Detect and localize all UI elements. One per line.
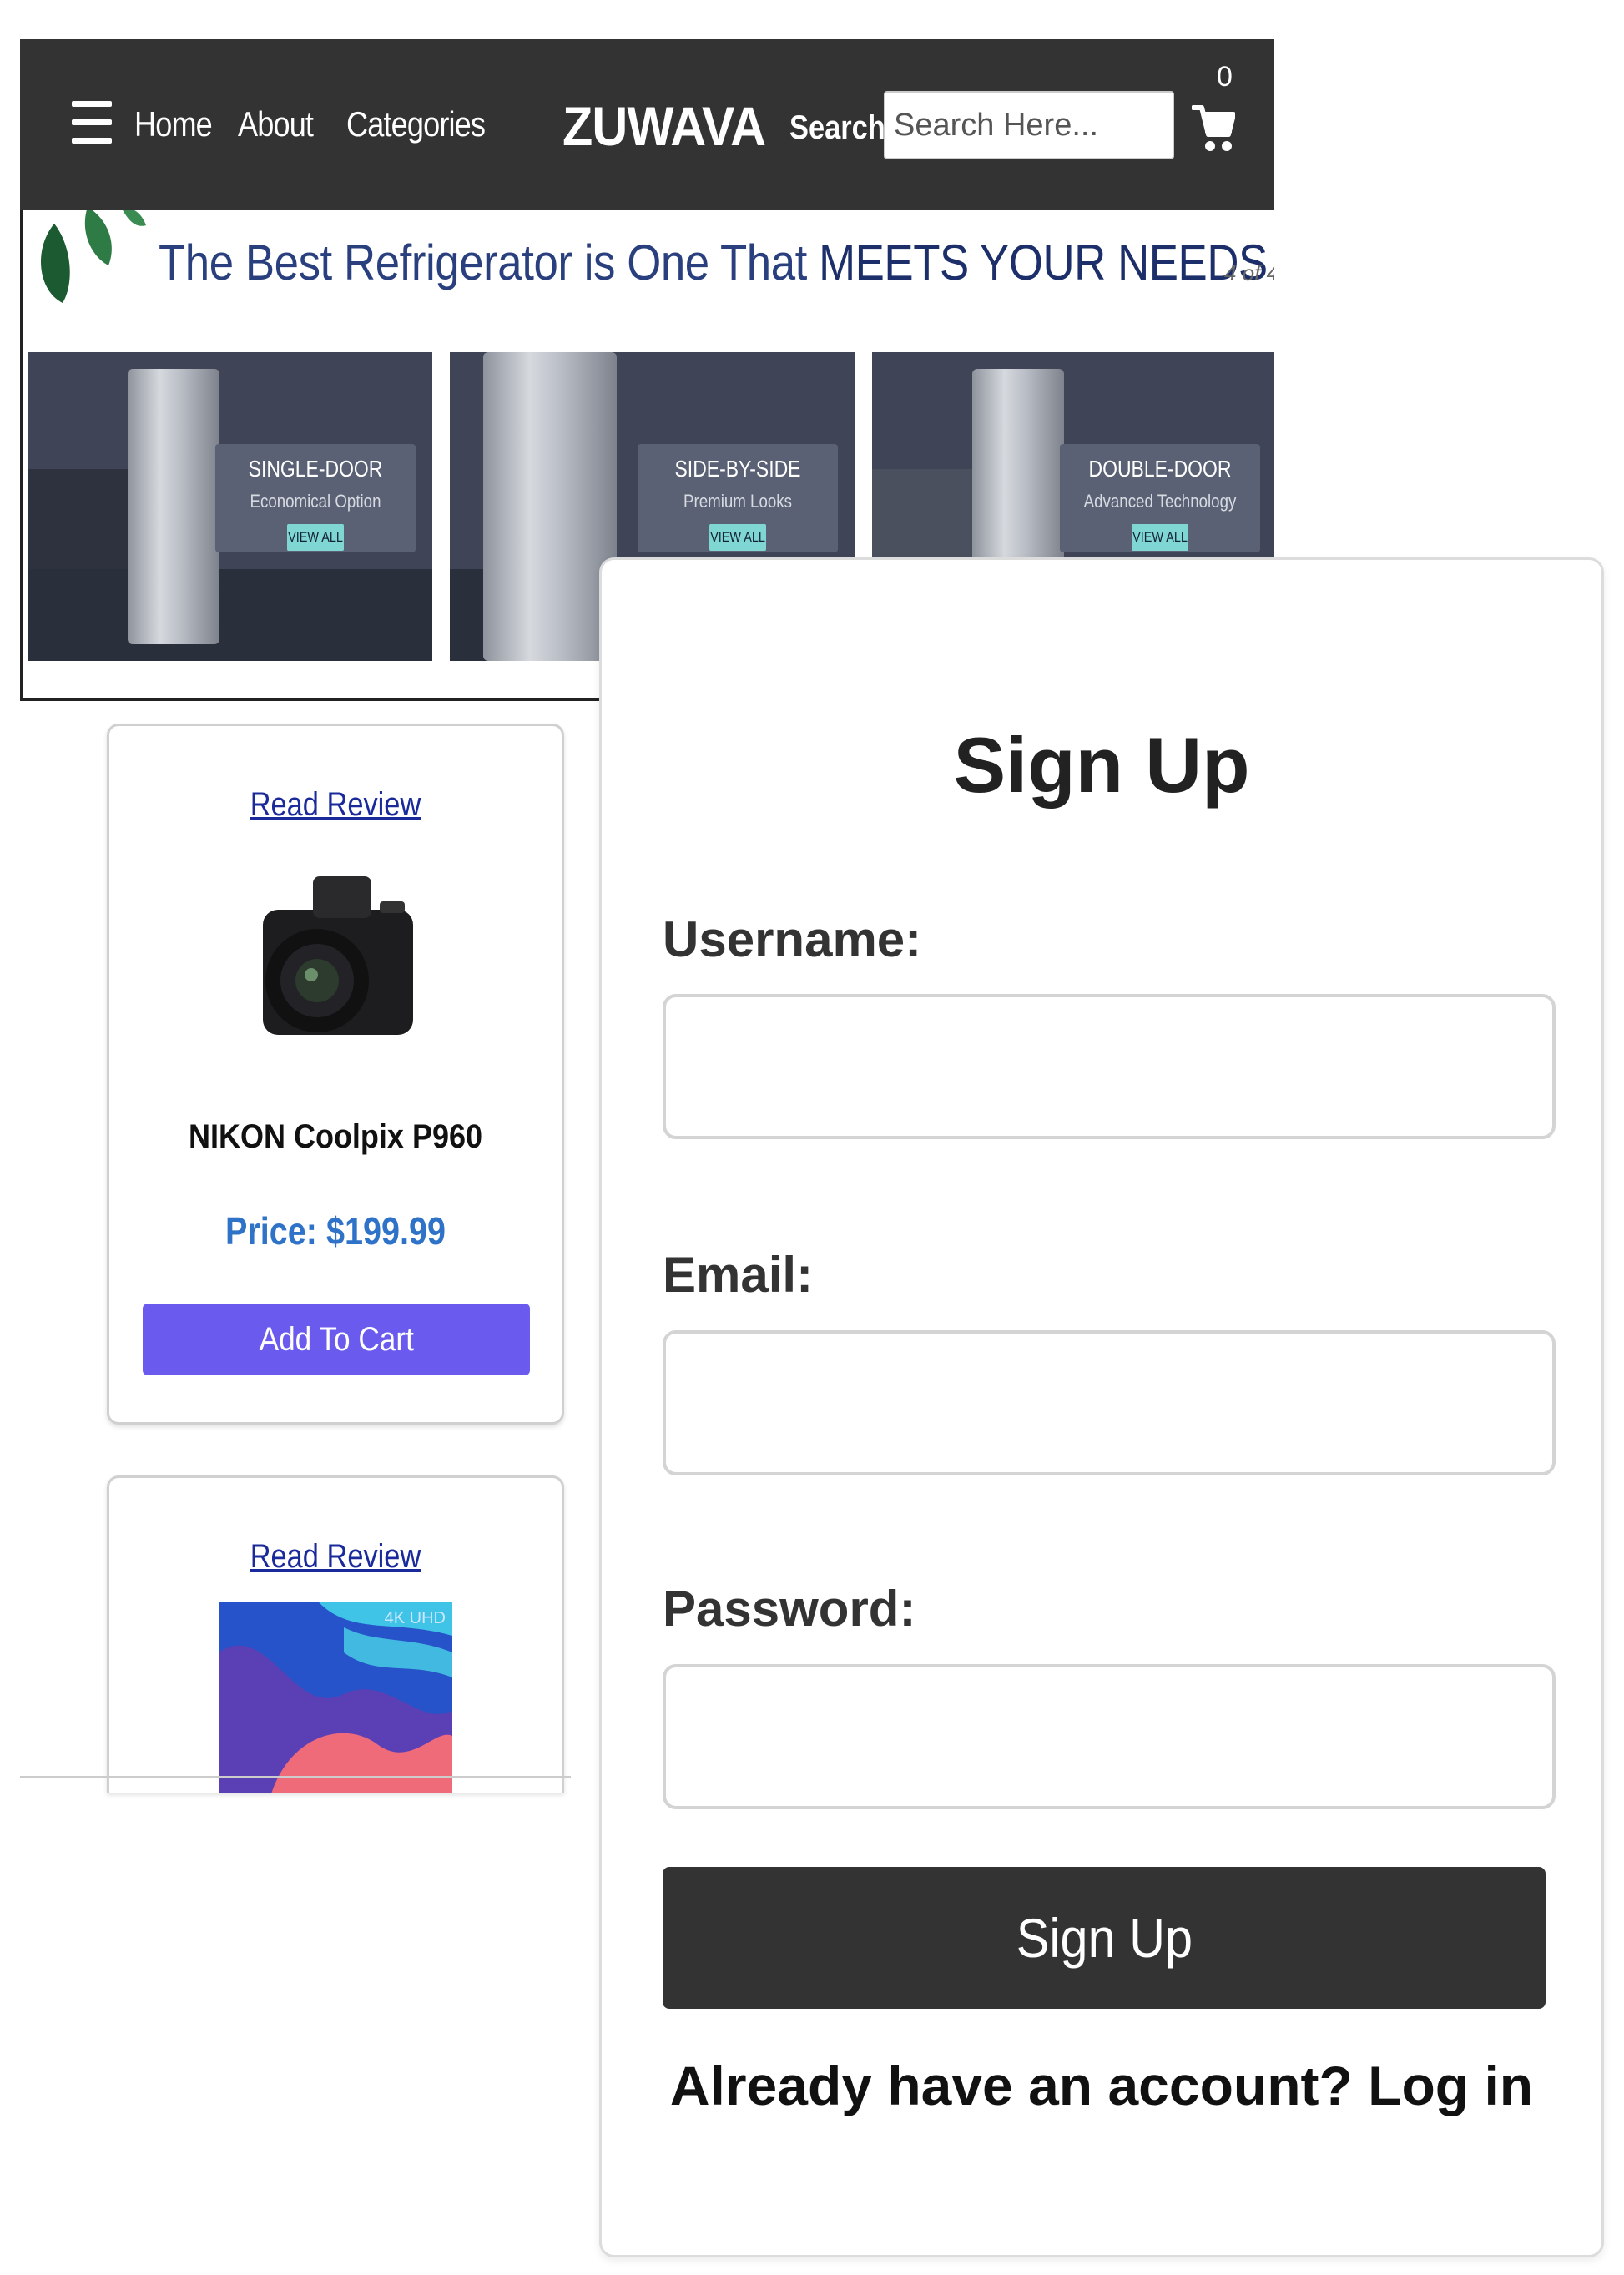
email-field[interactable] bbox=[663, 1330, 1556, 1475]
search-label: Search bbox=[789, 109, 885, 146]
login-prompt: Already have an account? Log in bbox=[669, 2055, 1534, 2116]
cart-icon[interactable] bbox=[1192, 103, 1235, 154]
password-label: Password: bbox=[663, 1581, 916, 1637]
nav-categories-link[interactable]: Categories bbox=[346, 104, 486, 144]
divider bbox=[20, 1776, 571, 1778]
search-input[interactable] bbox=[884, 91, 1174, 159]
brand-logo[interactable]: ZUWAVA bbox=[562, 94, 766, 158]
view-all-button[interactable]: VIEW ALL bbox=[709, 524, 766, 551]
signup-button[interactable]: Sign Up bbox=[663, 1867, 1546, 2009]
product-price: Price: $199.99 bbox=[225, 1209, 446, 1253]
username-label: Username: bbox=[663, 911, 922, 967]
view-all-button[interactable]: VIEW ALL bbox=[287, 524, 344, 551]
camera-product-image bbox=[263, 876, 413, 1035]
panel-tag: SIDE-BY-SIDE Premium Looks VIEW ALL bbox=[638, 444, 838, 552]
read-review-link[interactable]: Read Review bbox=[141, 1538, 530, 1576]
slide-counter: 4 of 4 bbox=[1224, 260, 1274, 285]
read-review-link[interactable]: Read Review bbox=[141, 786, 530, 824]
product-name: NIKON Coolpix P960 bbox=[188, 1118, 483, 1155]
view-all-button[interactable]: VIEW ALL bbox=[1132, 524, 1188, 551]
cart-count: 0 bbox=[1217, 61, 1233, 93]
leaf-decoration-icon bbox=[40, 210, 146, 303]
nav-home-link[interactable]: Home bbox=[134, 104, 213, 144]
panel-tag: DOUBLE-DOOR Advanced Technology VIEW ALL bbox=[1060, 444, 1260, 552]
refrigerator-panel-single-door[interactable]: SINGLE-DOOR Economical Option VIEW ALL bbox=[28, 352, 432, 661]
add-to-cart-button[interactable]: Add To Cart bbox=[143, 1304, 530, 1375]
product-card: Read Review NIKON Coolpix P960 Price: $1… bbox=[107, 724, 564, 1425]
login-link[interactable]: Log in bbox=[1368, 2055, 1533, 2116]
navbar: Home About Categories ZUWAVA Search 0 bbox=[20, 39, 1274, 210]
menu-icon[interactable] bbox=[72, 101, 112, 144]
tv-wave-graphic bbox=[219, 1602, 452, 1793]
banner-headline: The Best Refrigerator is One That MEETS … bbox=[159, 235, 1268, 290]
password-field[interactable] bbox=[663, 1664, 1556, 1809]
email-label: Email: bbox=[663, 1247, 814, 1303]
nav-about-link[interactable]: About bbox=[238, 104, 314, 144]
signup-title: Sign Up bbox=[953, 721, 1250, 809]
tv-product-image: 4K UHD bbox=[219, 1602, 452, 1793]
tv-image-label: 4K UHD bbox=[384, 1609, 446, 1627]
username-field[interactable] bbox=[663, 994, 1556, 1139]
signup-form: Sign Up Username: Email: Password: Sign … bbox=[599, 557, 1604, 2257]
product-card: Read Review 4K UHD bbox=[107, 1475, 564, 1793]
panel-tag: SINGLE-DOOR Economical Option VIEW ALL bbox=[215, 444, 416, 552]
